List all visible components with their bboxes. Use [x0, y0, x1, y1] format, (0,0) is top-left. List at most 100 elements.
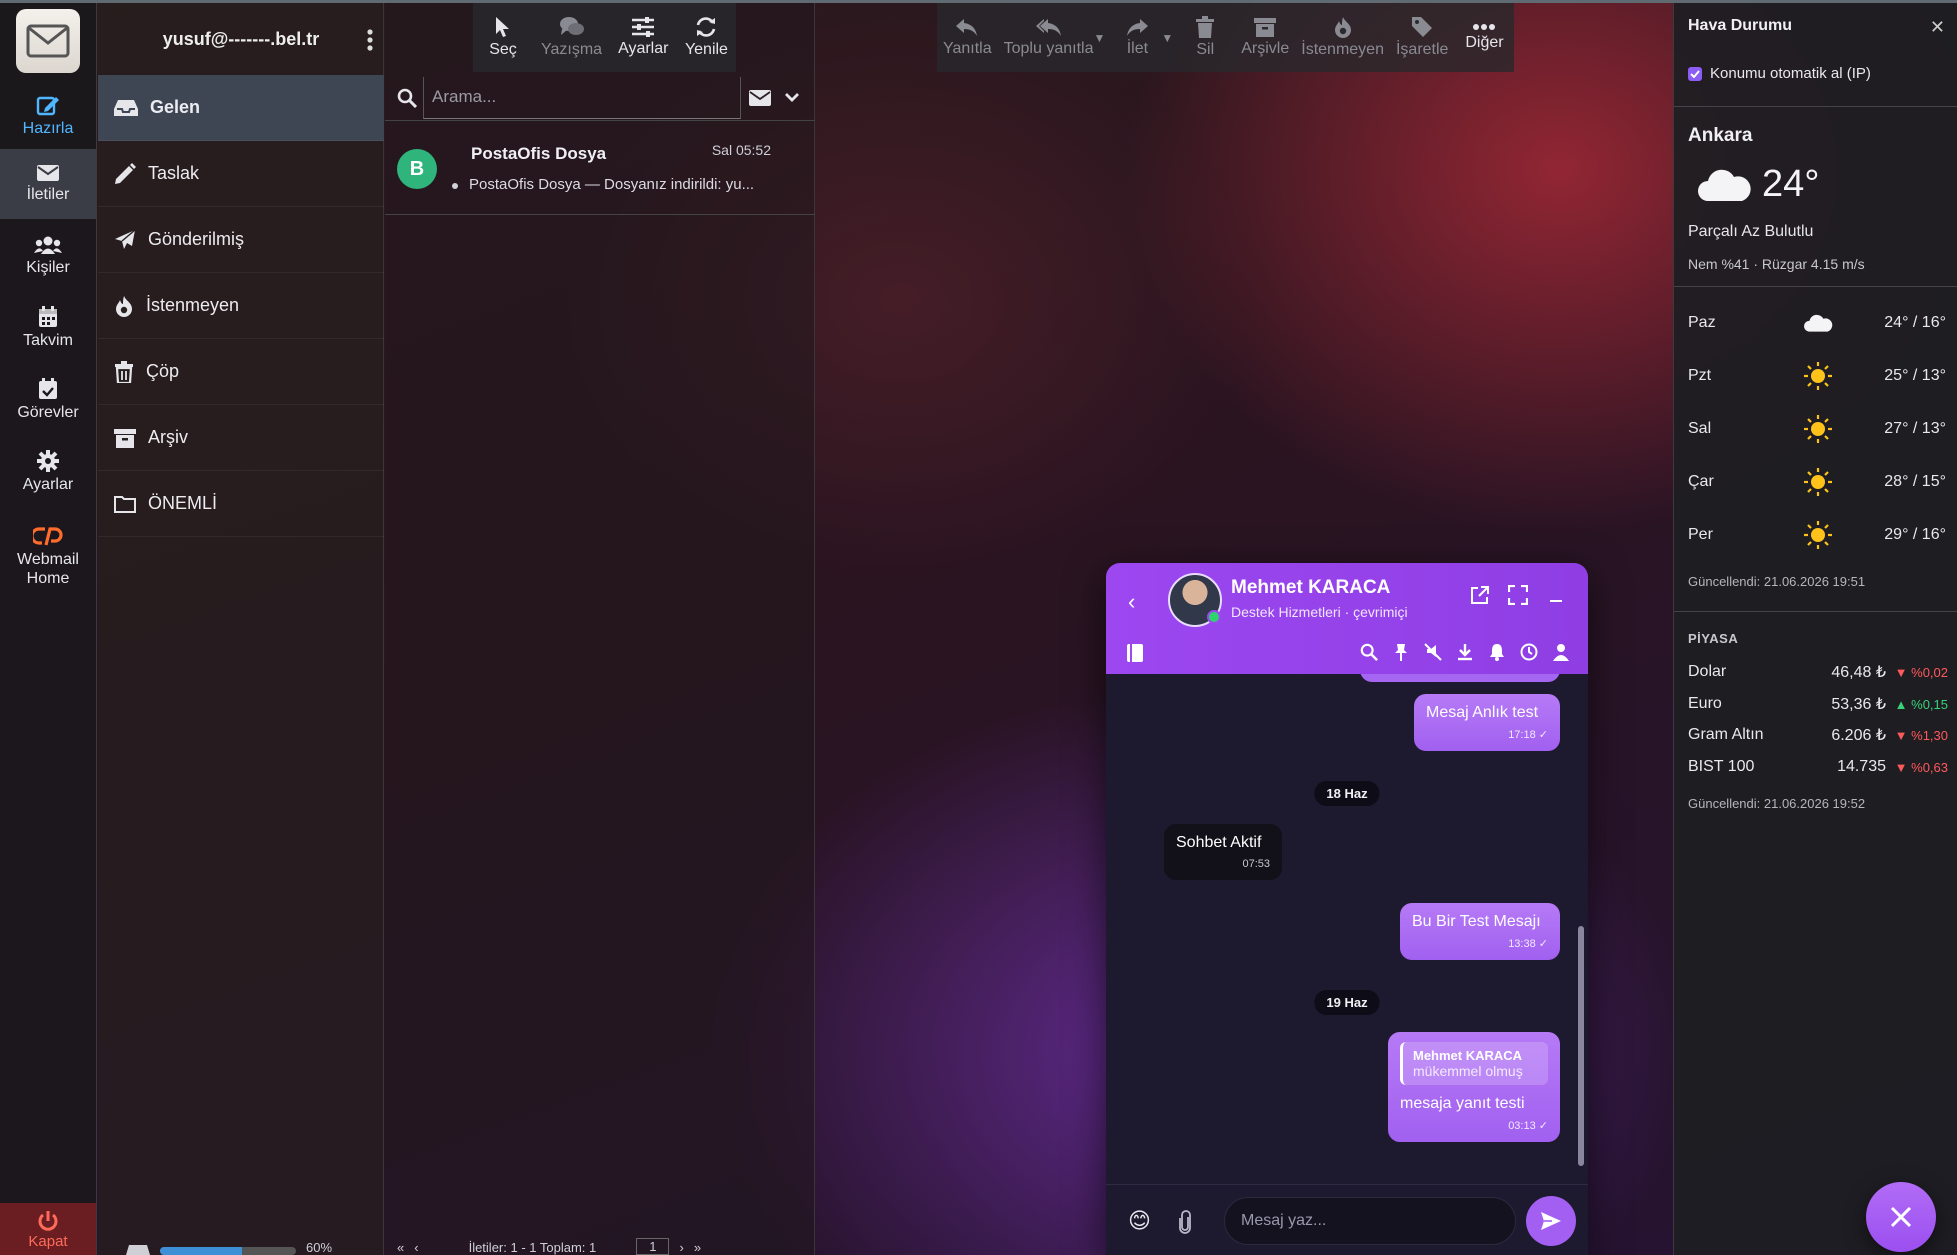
reply-button[interactable]: Yanıtla — [937, 3, 998, 72]
reply-all-label: Toplu yanıtla — [1003, 40, 1094, 57]
auto-location-checkbox[interactable] — [1688, 66, 1702, 81]
chat-scrollbar[interactable] — [1578, 674, 1584, 1184]
pin-icon[interactable] — [1392, 643, 1410, 661]
next-page-icon[interactable]: › — [679, 1240, 683, 1255]
search-icon[interactable] — [1360, 643, 1378, 661]
delete-button[interactable]: Sil — [1175, 3, 1235, 72]
forward-button[interactable]: İlet — [1107, 3, 1167, 72]
archive-label: Arşivle — [1241, 40, 1290, 57]
select-button[interactable]: Seç — [473, 3, 533, 72]
forecast-row: Pzt 25° / 13° — [1688, 356, 1946, 396]
clock-icon[interactable] — [1520, 643, 1538, 661]
folder-inbox[interactable]: Gelen — [98, 75, 384, 141]
rail-webmail-home[interactable]: Webmail Home — [0, 517, 96, 597]
reply-all-button[interactable]: Toplu yanıtla — [998, 3, 1100, 72]
account-header[interactable]: yusuf@-------.bel.tr — [98, 3, 384, 75]
message-row[interactable]: B PostaOfis Dosya Sal 05:52 PostaOfis Do… — [385, 123, 815, 215]
logout-button[interactable]: Kapat — [0, 1203, 96, 1255]
rail-settings-label: Ayarlar — [22, 476, 74, 493]
chat-bubble-in: Sohbet Aktif 07:53 — [1164, 824, 1282, 880]
rail-compose[interactable]: Hazırla — [0, 81, 96, 151]
rail-contacts[interactable]: Kişiler — [0, 221, 96, 291]
rail-contacts-label: Kişiler — [26, 259, 70, 276]
ellipsis-icon — [1473, 24, 1496, 30]
auto-location-toggle[interactable]: Konumu otomatik al (IP) — [1688, 65, 1871, 82]
quota-indicator: 60% — [98, 1233, 384, 1255]
chat-window: ‹ Mehmet KARACA Destek Hizmetleri · çevr… — [1106, 563, 1588, 1255]
mute-icon[interactable] — [1424, 643, 1442, 661]
weather-close-button[interactable]: ✕ — [1930, 17, 1945, 38]
folder-sent[interactable]: Gönderilmiş — [98, 207, 384, 273]
archive-button[interactable]: Arşivle — [1235, 3, 1295, 72]
logout-label: Kapat — [28, 1233, 68, 1250]
last-page-icon[interactable]: » — [694, 1240, 701, 1255]
search-icon[interactable] — [397, 88, 417, 108]
forward-icon — [1127, 19, 1149, 36]
weather-title: Hava Durumu — [1688, 17, 1793, 34]
external-link-icon[interactable] — [1470, 585, 1490, 605]
chat-scrollbar-thumb[interactable] — [1578, 926, 1584, 1166]
reply-label: Yanıtla — [943, 40, 992, 57]
folder-trash[interactable]: Çöp — [98, 339, 384, 405]
send-button[interactable] — [1526, 1196, 1576, 1246]
mark-button[interactable]: İşaretle — [1390, 3, 1454, 72]
refresh-button[interactable]: Yenile — [676, 3, 736, 72]
user-icon[interactable] — [1552, 643, 1570, 661]
weather-temperature: 24° — [1762, 163, 1820, 205]
list-options-button[interactable]: Ayarlar — [610, 3, 676, 72]
search-input[interactable] — [423, 76, 741, 119]
archive-icon — [114, 428, 136, 448]
bell-icon[interactable] — [1488, 643, 1506, 661]
reply-all-caret-icon[interactable]: ▼ — [1093, 31, 1105, 45]
close-chat-fab[interactable] — [1866, 1182, 1936, 1252]
forecast-row: Sal 27° / 13° — [1688, 409, 1946, 449]
folder-important[interactable]: ÖNEMLİ — [98, 471, 384, 537]
market-updated: Güncellendi: 21.06.2026 19:52 — [1688, 796, 1866, 811]
quota-bar — [160, 1247, 296, 1255]
emoji-icon[interactable]: 😊 — [1128, 1208, 1151, 1234]
chat-bubble-reply: Mehmet KARACA mükemmel olmuş mesaja yanı… — [1388, 1032, 1560, 1142]
rail-tasks[interactable]: Görevler — [0, 365, 96, 435]
left-rail: Hazırla İletiler Kişiler Takvim Görevler… — [0, 3, 97, 1255]
chevron-down-icon[interactable] — [785, 92, 799, 103]
forward-caret-icon[interactable]: ▼ — [1161, 31, 1173, 45]
folder-archive[interactable]: Arşiv — [98, 405, 384, 471]
folder-drafts[interactable]: Taslak — [98, 141, 384, 207]
folder-trash-label: Çöp — [146, 361, 180, 381]
paperclip-icon[interactable] — [1178, 1210, 1192, 1234]
quoted-message[interactable]: Mehmet KARACA mükemmel olmuş — [1400, 1042, 1548, 1085]
page-number-input[interactable]: 1 — [636, 1238, 670, 1255]
list-toolbar: Seç Yazışma Ayarlar Yenile — [473, 3, 737, 72]
list-options-label: Ayarlar — [618, 40, 669, 57]
market-name: Euro — [1688, 695, 1722, 712]
market-value: 14.735 — [1837, 758, 1886, 775]
envelope-filter-icon[interactable] — [749, 89, 771, 106]
first-page-icon[interactable]: « — [397, 1240, 404, 1255]
folder-junk[interactable]: İstenmeyen — [98, 273, 384, 339]
expand-icon[interactable] — [1508, 585, 1528, 605]
more-button[interactable]: Diğer — [1454, 3, 1514, 72]
chat-message-input[interactable] — [1224, 1197, 1516, 1245]
app-logo[interactable] — [16, 9, 80, 73]
rail-calendar[interactable]: Takvim — [0, 293, 96, 363]
chevron-left-icon[interactable]: ‹ — [1128, 589, 1135, 615]
rail-messages[interactable]: İletiler — [0, 149, 96, 219]
market-row: Gram Altın 6.206 ₺ ▼ %1,30 — [1688, 723, 1948, 747]
download-icon[interactable] — [1456, 643, 1474, 661]
thread-button[interactable]: Yazışma — [533, 3, 610, 72]
rail-settings[interactable]: Ayarlar — [0, 437, 96, 507]
junk-button[interactable]: İstenmeyen — [1295, 3, 1390, 72]
book-icon[interactable] — [1126, 643, 1144, 663]
chat-bubble-time: 07:53 — [1242, 858, 1270, 870]
divider — [1674, 286, 1957, 287]
prev-page-icon[interactable]: ‹ — [414, 1240, 418, 1255]
forecast-range: 25° / 13° — [1884, 367, 1946, 384]
folder-inbox-label: Gelen — [150, 97, 201, 117]
market-change: ▲ %0,15 — [1894, 696, 1948, 712]
forecast-day: Paz — [1688, 314, 1716, 331]
minimize-icon[interactable] — [1546, 585, 1566, 605]
reply-all-icon — [1035, 19, 1061, 36]
message-toolbar: Yanıtla Toplu yanıtla ▼ İlet ▼ Sil Arşiv… — [937, 3, 1515, 72]
forecast-row: Per 29° / 16° — [1688, 515, 1946, 555]
kebab-menu-icon[interactable] — [366, 29, 374, 51]
